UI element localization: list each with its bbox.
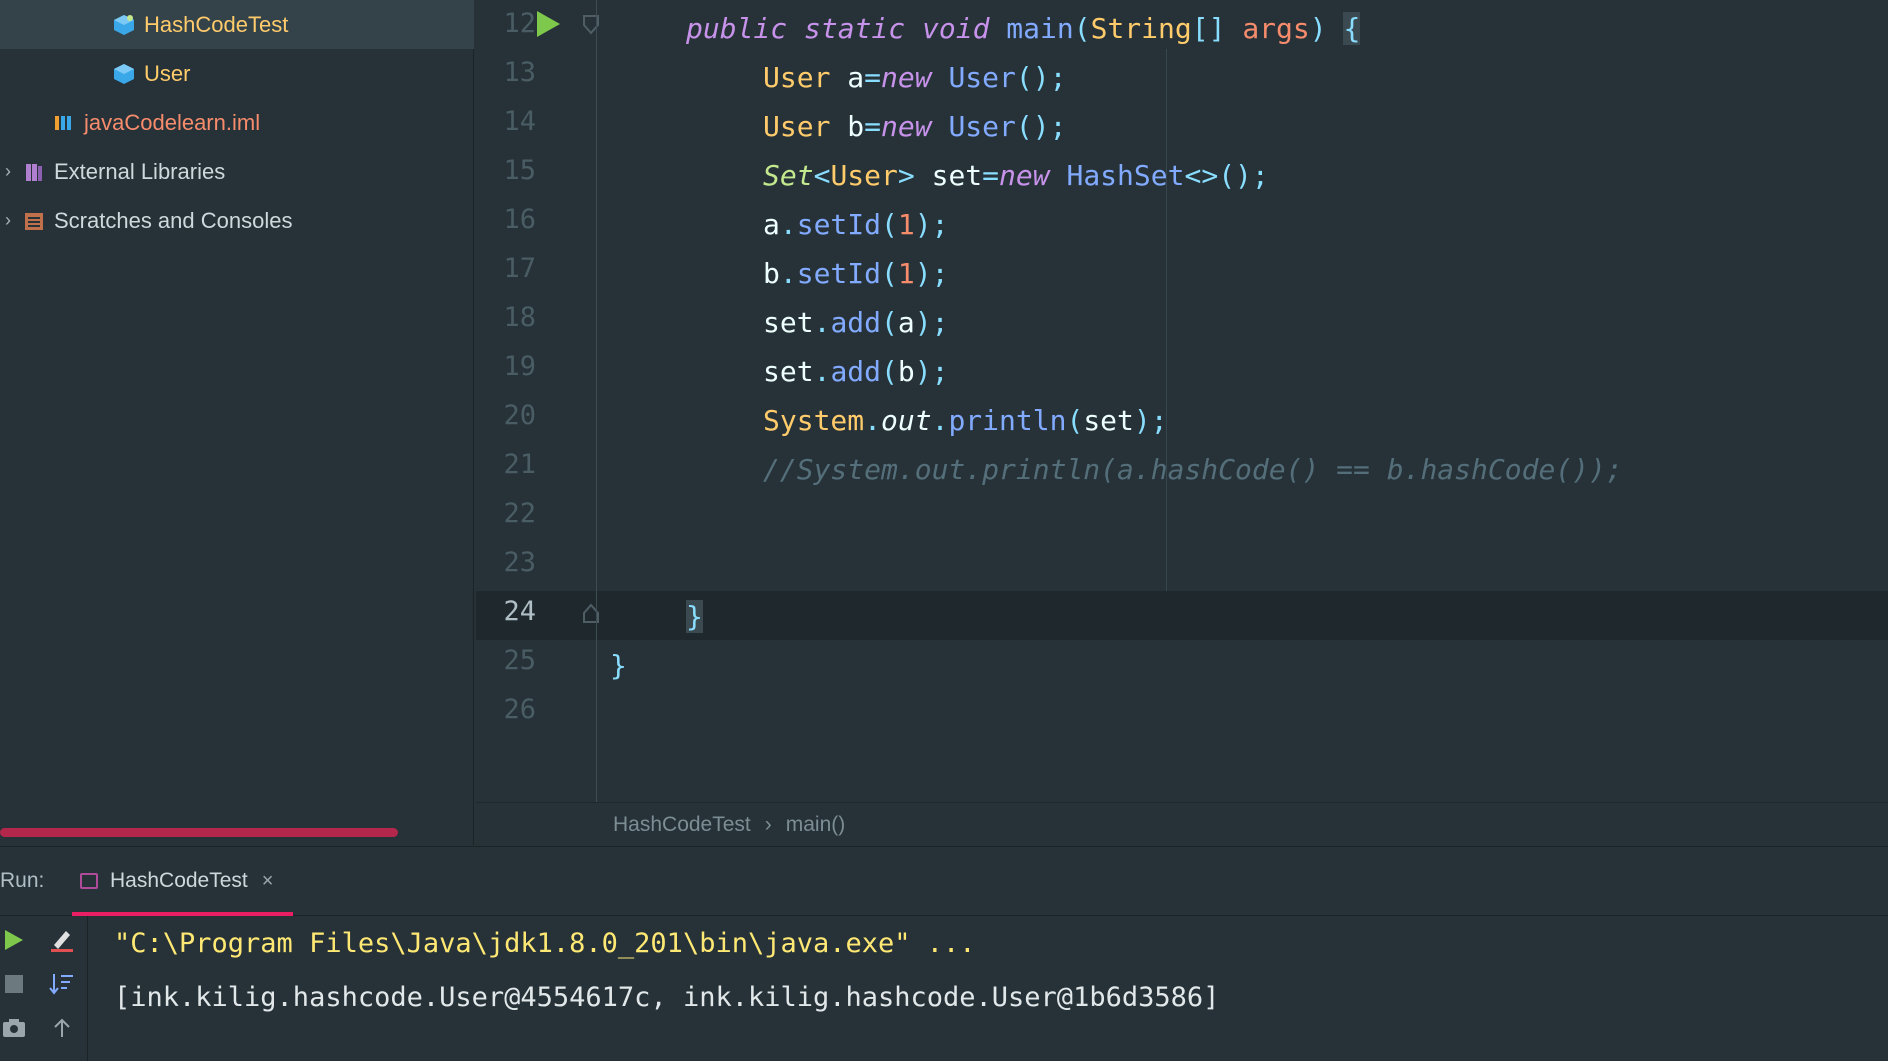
tree-item-user[interactable]: User — [0, 49, 474, 98]
breadcrumb-class[interactable]: HashCodeTest — [613, 813, 751, 837]
scratches-icon — [22, 209, 46, 233]
console-command-line: "C:\Program Files\Java\jdk1.8.0_201\bin\… — [114, 928, 976, 959]
breadcrumb-method[interactable]: main() — [786, 813, 846, 837]
library-icon — [22, 160, 46, 184]
close-icon[interactable]: × — [262, 870, 274, 893]
code-line: b.setId(1); — [763, 257, 949, 290]
console-output[interactable]: "C:\Program Files\Java\jdk1.8.0_201\bin\… — [88, 916, 1888, 1061]
java-class-icon — [112, 62, 136, 86]
run-tab-label: HashCodeTest — [110, 869, 248, 892]
tree-item-label: Scratches and Consoles — [54, 207, 293, 233]
rerun-icon[interactable] — [0, 926, 28, 954]
chevron-right-icon[interactable]: › — [0, 209, 16, 233]
console-tab-icon — [80, 873, 98, 889]
code-line-comment: //System.out.println(a.hashCode() == b.h… — [763, 453, 1623, 486]
project-tool-window: HashCodeTest User javaCodelearn.iml › Ex… — [0, 0, 474, 845]
tree-item-external-libraries[interactable]: › External Libraries — [0, 147, 474, 196]
breadcrumb-separator: › — [764, 812, 772, 836]
code-line: } — [610, 649, 627, 682]
camera-icon[interactable] — [0, 1014, 28, 1042]
line-number: 26 — [503, 694, 536, 725]
tree-item-label: External Libraries — [54, 158, 226, 184]
code-line: public static void main(String[] args) { — [686, 12, 1361, 45]
tree-item-label: HashCodeTest — [144, 11, 289, 37]
java-class-icon — [112, 13, 136, 37]
breadcrumb: HashCodeTest › main() — [476, 802, 1888, 846]
tree-item-hashcodetest[interactable]: HashCodeTest — [0, 0, 474, 49]
code-line: } — [686, 600, 703, 633]
code-line: User a=new User(); — [763, 61, 1067, 94]
stop-icon[interactable] — [0, 970, 28, 998]
tree-item-label: javaCodelearn.iml — [84, 109, 261, 135]
code-editor[interactable]: 12 13 14 15 16 17 18 19 20 21 22 23 24 2… — [476, 0, 1888, 802]
code-line: set.add(b); — [763, 355, 949, 388]
code-line: set.add(a); — [763, 306, 949, 339]
tree-item-scratches[interactable]: › Scratches and Consoles — [0, 196, 474, 245]
code-line: a.setId(1); — [763, 208, 949, 241]
code-line: Set<User> set=new HashSet<>(); — [763, 159, 1269, 192]
horizontal-scrollbar[interactable] — [0, 828, 398, 837]
chevron-right-icon[interactable]: › — [0, 160, 16, 184]
iml-file-icon — [52, 111, 76, 135]
line-number: 23 — [503, 547, 536, 578]
arrow-up-icon[interactable] — [48, 1014, 76, 1042]
tree-item-iml[interactable]: javaCodelearn.iml — [0, 98, 474, 147]
run-tab-hashcodetest[interactable]: HashCodeTest × — [72, 846, 294, 916]
tree-item-label: User — [144, 60, 191, 86]
run-label: Run: — [0, 869, 45, 892]
run-toolbar — [0, 916, 88, 1061]
console-output-line: [ink.kilig.hashcode.User@4554617c, ink.k… — [114, 982, 1220, 1013]
code-line: User b=new User(); — [763, 110, 1067, 143]
code-line: System.out.println(set); — [763, 404, 1168, 437]
sort-icon[interactable] — [48, 970, 76, 998]
edit-config-icon[interactable] — [48, 926, 76, 954]
line-number: 22 — [503, 498, 536, 529]
run-panel-header: Run: HashCodeTest × — [0, 846, 1888, 916]
